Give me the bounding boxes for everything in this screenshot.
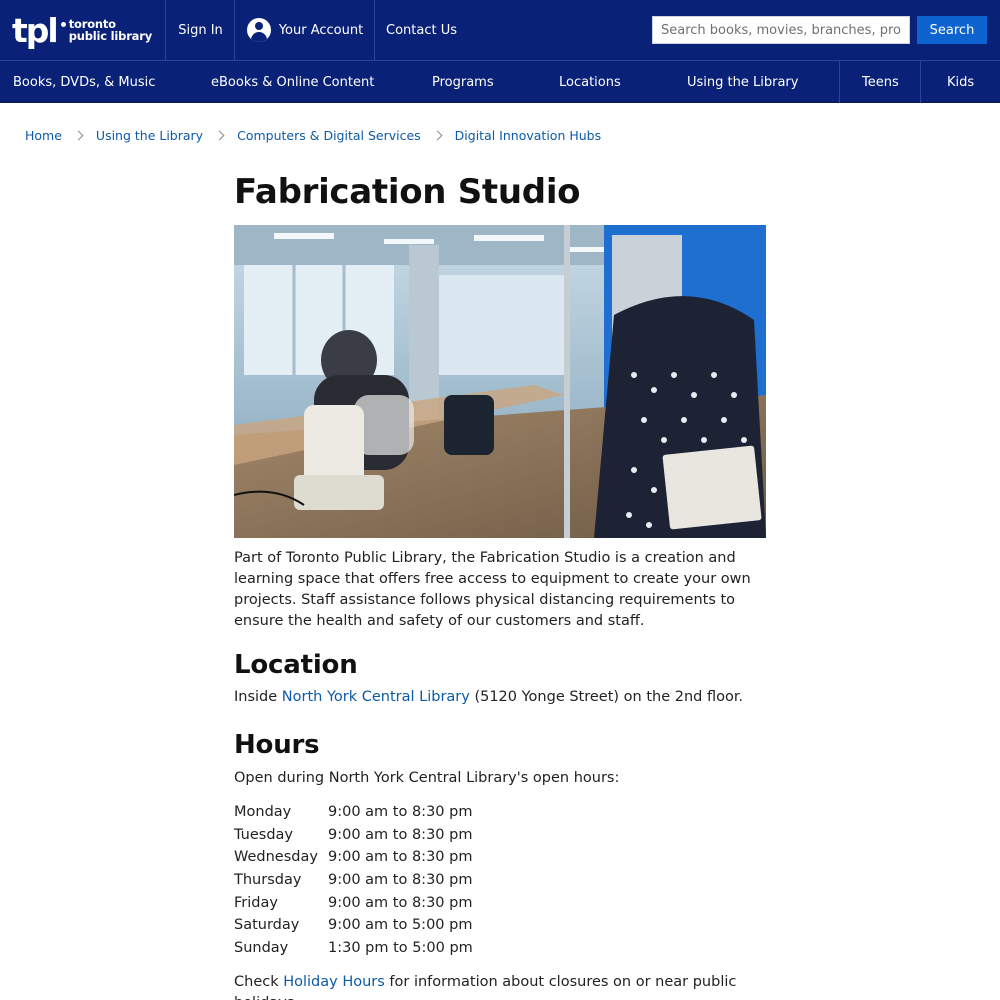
chevron-right-icon bbox=[214, 130, 225, 140]
hours-day: Wednesday bbox=[234, 849, 318, 866]
hours-day: Thursday bbox=[234, 872, 302, 889]
hours-day: Saturday bbox=[234, 917, 300, 934]
nav-using-the-library[interactable]: Using the Library bbox=[687, 61, 798, 103]
fabrication-studio-photo bbox=[234, 225, 766, 538]
search-button[interactable]: Search bbox=[917, 16, 987, 44]
hours-day: Sunday bbox=[234, 939, 289, 956]
breadcrumb-home[interactable]: Home bbox=[25, 128, 62, 143]
breadcrumb-computers-digital[interactable]: Computers & Digital Services bbox=[237, 128, 421, 143]
hours-time: 9:00 am to 8:30 pm bbox=[328, 826, 473, 843]
hours-time: 9:00 am to 8:30 pm bbox=[328, 849, 473, 866]
tpl-logo[interactable]: tpl toronto public library bbox=[12, 12, 152, 48]
hours-intro: Open during North York Central Library's… bbox=[234, 770, 620, 786]
search-input[interactable] bbox=[652, 16, 910, 44]
hours-day: Tuesday bbox=[234, 826, 293, 843]
page-title: Fabrication Studio bbox=[234, 172, 581, 212]
logo-wordmark: toronto public library bbox=[69, 18, 152, 42]
hours-table: Monday 9:00 am to 8:30 pm Tuesday 9:00 am … bbox=[234, 801, 473, 959]
chevron-right-icon bbox=[432, 130, 443, 140]
hero-illustration bbox=[234, 225, 766, 538]
nav-teens[interactable]: Teens bbox=[862, 61, 899, 103]
top-header: tpl toronto public library Sign In Your … bbox=[0, 0, 1000, 61]
table-row: Tuesday 9:00 am to 8:30 pm bbox=[234, 824, 473, 847]
nav-books-dvds-music[interactable]: Books, DVDs, & Music bbox=[13, 61, 155, 103]
nav-programs[interactable]: Programs bbox=[432, 61, 494, 103]
location-suffix: (5120 Yonge Street) on the 2nd floor. bbox=[469, 689, 744, 705]
hours-time: 9:00 am to 8:30 pm bbox=[328, 872, 473, 889]
location-prefix: Inside bbox=[234, 689, 282, 705]
holiday-prefix: Check bbox=[234, 974, 284, 991]
hours-heading: Hours bbox=[234, 730, 320, 760]
table-row: Thursday 9:00 am to 8:30 pm bbox=[234, 869, 473, 892]
table-row: Sunday 1:30 pm to 5:00 pm bbox=[234, 937, 473, 960]
hours-time: 9:00 am to 8:30 pm bbox=[328, 804, 473, 821]
logo-dot bbox=[60, 21, 66, 27]
location-paragraph: Inside North York Central Library (5120 … bbox=[234, 687, 766, 708]
table-row: Monday 9:00 am to 8:30 pm bbox=[234, 801, 473, 824]
hours-day: Friday bbox=[234, 894, 278, 911]
hours-day: Monday bbox=[234, 804, 292, 821]
logo-line2: public library bbox=[68, 29, 152, 43]
nav-locations[interactable]: Locations bbox=[559, 61, 621, 103]
breadcrumb-using-the-library[interactable]: Using the Library bbox=[96, 128, 203, 143]
holiday-hours-link[interactable]: Holiday Hours bbox=[283, 974, 385, 990]
table-row: Saturday 9:00 am to 5:00 pm bbox=[234, 914, 473, 937]
nav-divider bbox=[920, 61, 921, 103]
breadcrumb: Home Using the Library Computers & Digit… bbox=[25, 125, 601, 145]
hours-time: 9:00 am to 5:00 pm bbox=[328, 917, 473, 934]
contact-us-link[interactable]: Contact Us bbox=[374, 0, 468, 60]
main-navigation: Books, DVDs, & Music eBooks & Online Con… bbox=[0, 61, 1000, 103]
table-row: Friday 9:00 am to 8:30 pm bbox=[234, 891, 473, 914]
location-heading: Location bbox=[234, 650, 358, 680]
nav-kids[interactable]: Kids bbox=[947, 61, 974, 103]
user-circle-icon bbox=[246, 18, 271, 42]
chevron-right-icon bbox=[73, 130, 84, 140]
main-content: Fabrication Studio Part of Toronto Publi… bbox=[234, 170, 766, 1000]
sign-in-link[interactable]: Sign In bbox=[165, 0, 235, 60]
your-account-label: Your Account bbox=[278, 22, 364, 38]
holiday-paragraph: Check Holiday Hours for information abou… bbox=[234, 972, 766, 1000]
table-row: Wednesday 9:00 am to 8:30 pm bbox=[234, 846, 473, 869]
breadcrumb-digital-innovation-hubs[interactable]: Digital Innovation Hubs bbox=[455, 128, 601, 143]
logo-mark: tpl bbox=[12, 10, 59, 50]
your-account-link[interactable]: Your Account bbox=[234, 0, 375, 60]
north-york-central-library-link[interactable]: North York Central Library bbox=[282, 689, 470, 705]
hours-time: 1:30 pm to 5:00 pm bbox=[328, 939, 473, 956]
hours-time: 9:00 am to 8:30 pm bbox=[328, 894, 473, 911]
intro-paragraph: Part of Toronto Public Library, the Fabr… bbox=[234, 550, 751, 629]
nav-ebooks-online[interactable]: eBooks & Online Content bbox=[211, 61, 374, 103]
nav-divider bbox=[839, 61, 840, 103]
